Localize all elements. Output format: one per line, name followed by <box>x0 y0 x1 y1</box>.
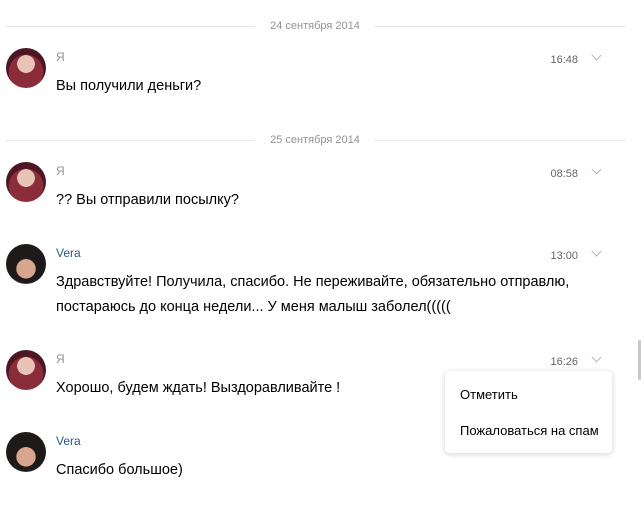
message-text: Здравствуйте! Получила, спасибо. Не пере… <box>56 274 570 315</box>
divider <box>5 140 255 141</box>
divider <box>5 26 255 27</box>
message-author[interactable]: Vera <box>56 434 81 449</box>
message: Я 08:58 ?? Вы отправили посылку? <box>0 162 630 222</box>
avatar[interactable] <box>6 432 46 472</box>
avatar[interactable] <box>6 48 46 88</box>
menu-item-report-spam[interactable]: Пожаловаться на спам <box>460 423 599 439</box>
message-time[interactable]: 16:26 <box>532 355 578 369</box>
message-history: 24 сентября 2014 Я 16:48 Вы получили ден… <box>0 0 641 517</box>
chevron-down-icon[interactable] <box>588 163 604 179</box>
chevron-down-icon[interactable] <box>588 351 604 367</box>
avatar[interactable] <box>6 350 46 390</box>
message-time[interactable]: 16:48 <box>532 53 578 67</box>
chevron-down-icon[interactable] <box>588 49 604 65</box>
avatar[interactable] <box>6 244 46 284</box>
date-label: 24 сентября 2014 <box>270 20 360 32</box>
date-separator: 24 сентября 2014 <box>0 19 630 33</box>
message-actions-menu: Отметить Пожаловаться на спам <box>445 371 612 453</box>
chevron-down-icon[interactable] <box>588 245 604 261</box>
message: Я 16:48 Вы получили деньги? <box>0 48 630 108</box>
menu-item-mark[interactable]: Отметить <box>460 387 518 403</box>
message-text: Вы получили деньги? <box>56 78 202 94</box>
divider <box>375 140 625 141</box>
message-text: ?? Вы отправили посылку? <box>56 192 239 208</box>
date-separator: 25 сентября 2014 <box>0 133 630 147</box>
message-author: Я <box>56 50 65 64</box>
message-author: Я <box>56 352 65 366</box>
date-label: 25 сентября 2014 <box>270 134 360 146</box>
message-author: Я <box>56 164 65 178</box>
divider <box>375 26 625 27</box>
message-author[interactable]: Vera <box>56 246 81 261</box>
message-text: Спасибо большое) <box>56 462 183 478</box>
message-time[interactable]: 13:00 <box>532 249 578 263</box>
message-time[interactable]: 08:58 <box>532 167 578 181</box>
avatar[interactable] <box>6 162 46 202</box>
message: Vera 13:00 Здравствуйте! Получила, спаси… <box>0 244 630 324</box>
